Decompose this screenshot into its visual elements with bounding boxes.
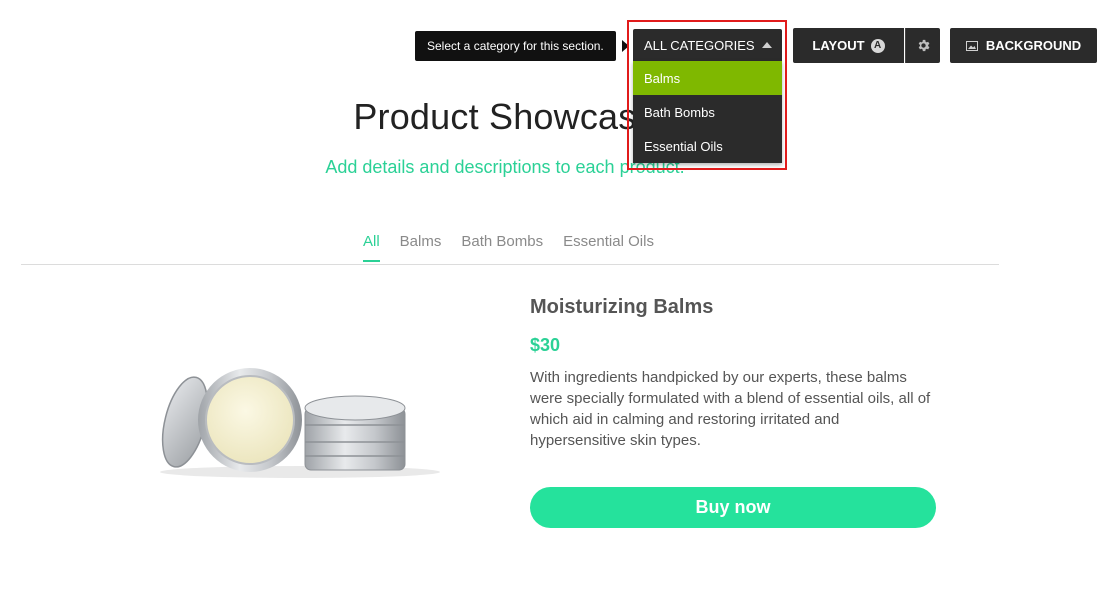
tab-balms[interactable]: Balms — [400, 233, 442, 262]
gear-icon — [918, 39, 929, 52]
product-price: $30 — [530, 335, 561, 355]
tab-bath-bombs[interactable]: Bath Bombs — [461, 233, 543, 262]
layout-label: LAYOUT — [812, 38, 865, 53]
product-name: Moisturizing Balms — [530, 296, 714, 318]
category-tooltip: Select a category for this section. — [415, 31, 616, 61]
layout-button[interactable]: LAYOUT A — [793, 28, 904, 63]
tabs-divider — [21, 264, 999, 265]
category-tabs: All Balms Bath Bombs Essential Oils — [363, 233, 654, 262]
product-description: With ingredients handpicked by our exper… — [530, 369, 931, 449]
section-title: Product Showcase — [353, 96, 657, 137]
tab-essential-oils[interactable]: Essential Oils — [563, 233, 654, 262]
buy-now-button[interactable]: Buy now — [530, 487, 936, 528]
highlight-box — [627, 20, 787, 170]
background-button[interactable]: BACKGROUND — [950, 28, 1097, 63]
background-label: BACKGROUND — [985, 38, 1082, 53]
layout-badge: A — [870, 38, 885, 53]
tab-all[interactable]: All — [363, 233, 380, 262]
section-subtitle: Add details and descriptions to each pro… — [325, 157, 685, 177]
product-image — [160, 368, 440, 478]
image-icon — [965, 40, 978, 51]
settings-button[interactable] — [905, 28, 940, 63]
